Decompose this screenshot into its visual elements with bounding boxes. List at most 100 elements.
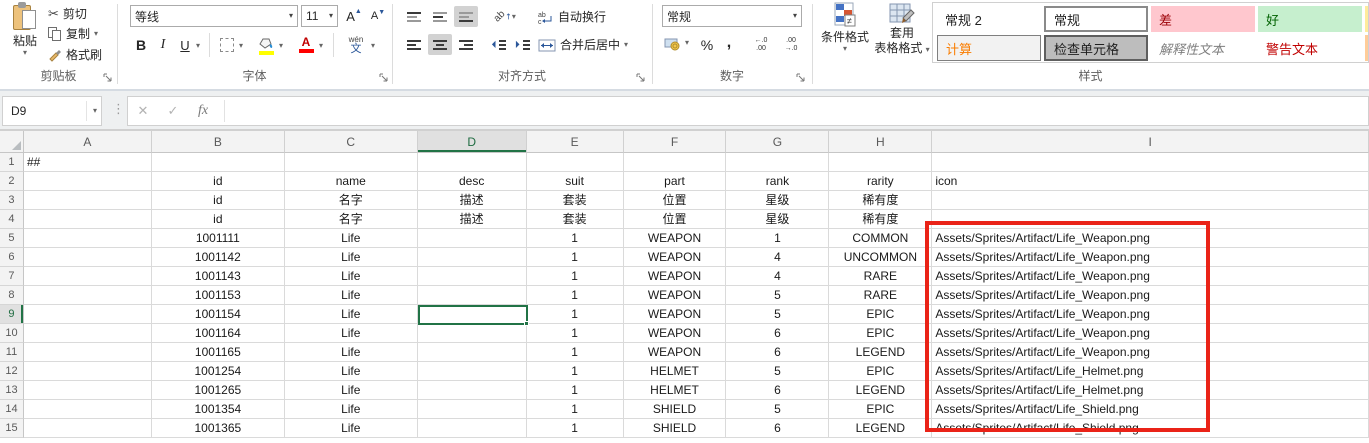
cell-F4[interactable]: 位置	[624, 210, 727, 229]
cell-B7[interactable]: 1001143	[152, 267, 285, 286]
cell-I1[interactable]	[932, 153, 1369, 172]
style-normal-selected[interactable]: 常规	[1044, 6, 1148, 32]
column-header-D[interactable]: D	[418, 131, 527, 153]
cell-D7[interactable]	[418, 267, 527, 286]
cell-H5[interactable]: COMMON	[829, 229, 932, 248]
cell-A12[interactable]	[24, 362, 152, 381]
cell-G4[interactable]: 星级	[726, 210, 829, 229]
cell-E5[interactable]: 1	[527, 229, 624, 248]
cell-B15[interactable]: 1001365	[152, 419, 285, 438]
cell-G14[interactable]: 5	[726, 400, 829, 419]
cell-I10[interactable]: Assets/Sprites/Artifact/Life_Weapon.png	[932, 324, 1369, 343]
cell-C13[interactable]: Life	[285, 381, 418, 400]
cell-D2[interactable]: desc	[418, 172, 527, 191]
cell-G10[interactable]: 6	[726, 324, 829, 343]
cell-C8[interactable]: Life	[285, 286, 418, 305]
increase-indent-button[interactable]	[512, 34, 534, 55]
comma-button[interactable]: ,	[720, 32, 738, 54]
cell-B5[interactable]: 1001111	[152, 229, 285, 248]
increase-decimal-button[interactable]: ←.0 .00	[748, 33, 774, 57]
insert-function-button[interactable]: fx	[188, 103, 218, 119]
cell-B1[interactable]	[152, 153, 285, 172]
phonetic-button[interactable]: wén 文	[343, 31, 369, 59]
cell-E7[interactable]: 1	[527, 267, 624, 286]
row-header-8[interactable]: 8	[0, 286, 24, 305]
cell-D5[interactable]	[418, 229, 527, 248]
cell-C9[interactable]: Life	[285, 305, 418, 324]
row-header-3[interactable]: 3	[0, 191, 24, 210]
fill-color-dropdown-icon[interactable]: ▾	[279, 42, 283, 50]
row-header-4[interactable]: 4	[0, 210, 24, 229]
cell-F5[interactable]: WEAPON	[624, 229, 727, 248]
cell-B14[interactable]: 1001354	[152, 400, 285, 419]
row-header-11[interactable]: 11	[0, 343, 24, 362]
align-bottom-button[interactable]	[454, 6, 478, 27]
cell-D12[interactable]	[418, 362, 527, 381]
cell-C5[interactable]: Life	[285, 229, 418, 248]
cell-G13[interactable]: 6	[726, 381, 829, 400]
cell-D4[interactable]: 描述	[418, 210, 527, 229]
row-header-1[interactable]: 1	[0, 153, 24, 172]
column-header-I[interactable]: I	[932, 131, 1369, 153]
cell-I11[interactable]: Assets/Sprites/Artifact/Life_Weapon.png	[932, 343, 1369, 362]
select-all-corner[interactable]	[0, 131, 24, 153]
cell-D1[interactable]	[418, 153, 527, 172]
cell-H3[interactable]: 稀有度	[829, 191, 932, 210]
cell-A1[interactable]: ##	[24, 153, 152, 172]
cell-C11[interactable]: Life	[285, 343, 418, 362]
cell-E14[interactable]: 1	[527, 400, 624, 419]
cell-E8[interactable]: 1	[527, 286, 624, 305]
merge-center-button[interactable]: 合并后居中 ▾	[538, 36, 628, 53]
cell-B8[interactable]: 1001153	[152, 286, 285, 305]
cell-F12[interactable]: HELMET	[624, 362, 727, 381]
column-header-H[interactable]: H	[829, 131, 932, 153]
phonetic-dropdown-icon[interactable]: ▾	[371, 42, 375, 50]
cell-A15[interactable]	[24, 419, 152, 438]
column-header-G[interactable]: G	[726, 131, 829, 153]
cell-G11[interactable]: 6	[726, 343, 829, 362]
cell-C7[interactable]: Life	[285, 267, 418, 286]
cell-E6[interactable]: 1	[527, 248, 624, 267]
row-header-6[interactable]: 6	[0, 248, 24, 267]
cell-G12[interactable]: 5	[726, 362, 829, 381]
cell-C12[interactable]: Life	[285, 362, 418, 381]
cell-F8[interactable]: WEAPON	[624, 286, 727, 305]
borders-dropdown-icon[interactable]: ▾	[239, 42, 243, 50]
align-top-button[interactable]	[402, 6, 426, 27]
name-box-dropdown-icon[interactable]: ▾	[93, 107, 97, 115]
font-dialog-launcher-icon[interactable]	[379, 73, 389, 83]
align-left-button[interactable]	[402, 34, 426, 55]
cell-E11[interactable]: 1	[527, 343, 624, 362]
cell-E12[interactable]: 1	[527, 362, 624, 381]
column-header-A[interactable]: A	[24, 131, 152, 153]
row-header-13[interactable]: 13	[0, 381, 24, 400]
style-warning[interactable]: 警告文本	[1258, 35, 1362, 61]
column-header-F[interactable]: F	[624, 131, 727, 153]
cell-I13[interactable]: Assets/Sprites/Artifact/Life_Helmet.png	[932, 381, 1369, 400]
cell-H10[interactable]: EPIC	[829, 324, 932, 343]
cell-F1[interactable]	[624, 153, 727, 172]
cell-H7[interactable]: RARE	[829, 267, 932, 286]
cell-I6[interactable]: Assets/Sprites/Artifact/Life_Weapon.png	[932, 248, 1369, 267]
percent-button[interactable]: %	[696, 34, 718, 56]
cell-A7[interactable]	[24, 267, 152, 286]
cell-D10[interactable]	[418, 324, 527, 343]
wrap-text-button[interactable]: abc 自动换行	[538, 8, 606, 25]
cell-A14[interactable]	[24, 400, 152, 419]
bold-button[interactable]: B	[131, 34, 151, 56]
cell-I4[interactable]	[932, 210, 1369, 229]
name-box[interactable]: D9 ▾	[2, 96, 102, 126]
cell-G9[interactable]: 5	[726, 305, 829, 324]
cell-C3[interactable]: 名字	[285, 191, 418, 210]
cell-D3[interactable]: 描述	[418, 191, 527, 210]
cell-C4[interactable]: 名字	[285, 210, 418, 229]
cell-D8[interactable]	[418, 286, 527, 305]
grow-font-button[interactable]: A▲	[343, 6, 365, 26]
cell-A2[interactable]	[24, 172, 152, 191]
column-header-E[interactable]: E	[527, 131, 624, 153]
number-dialog-launcher-icon[interactable]	[796, 73, 806, 83]
style-input-partial[interactable]	[1365, 35, 1369, 61]
cell-I14[interactable]: Assets/Sprites/Artifact/Life_Shield.png	[932, 400, 1369, 419]
row-header-7[interactable]: 7	[0, 267, 24, 286]
cell-A5[interactable]	[24, 229, 152, 248]
